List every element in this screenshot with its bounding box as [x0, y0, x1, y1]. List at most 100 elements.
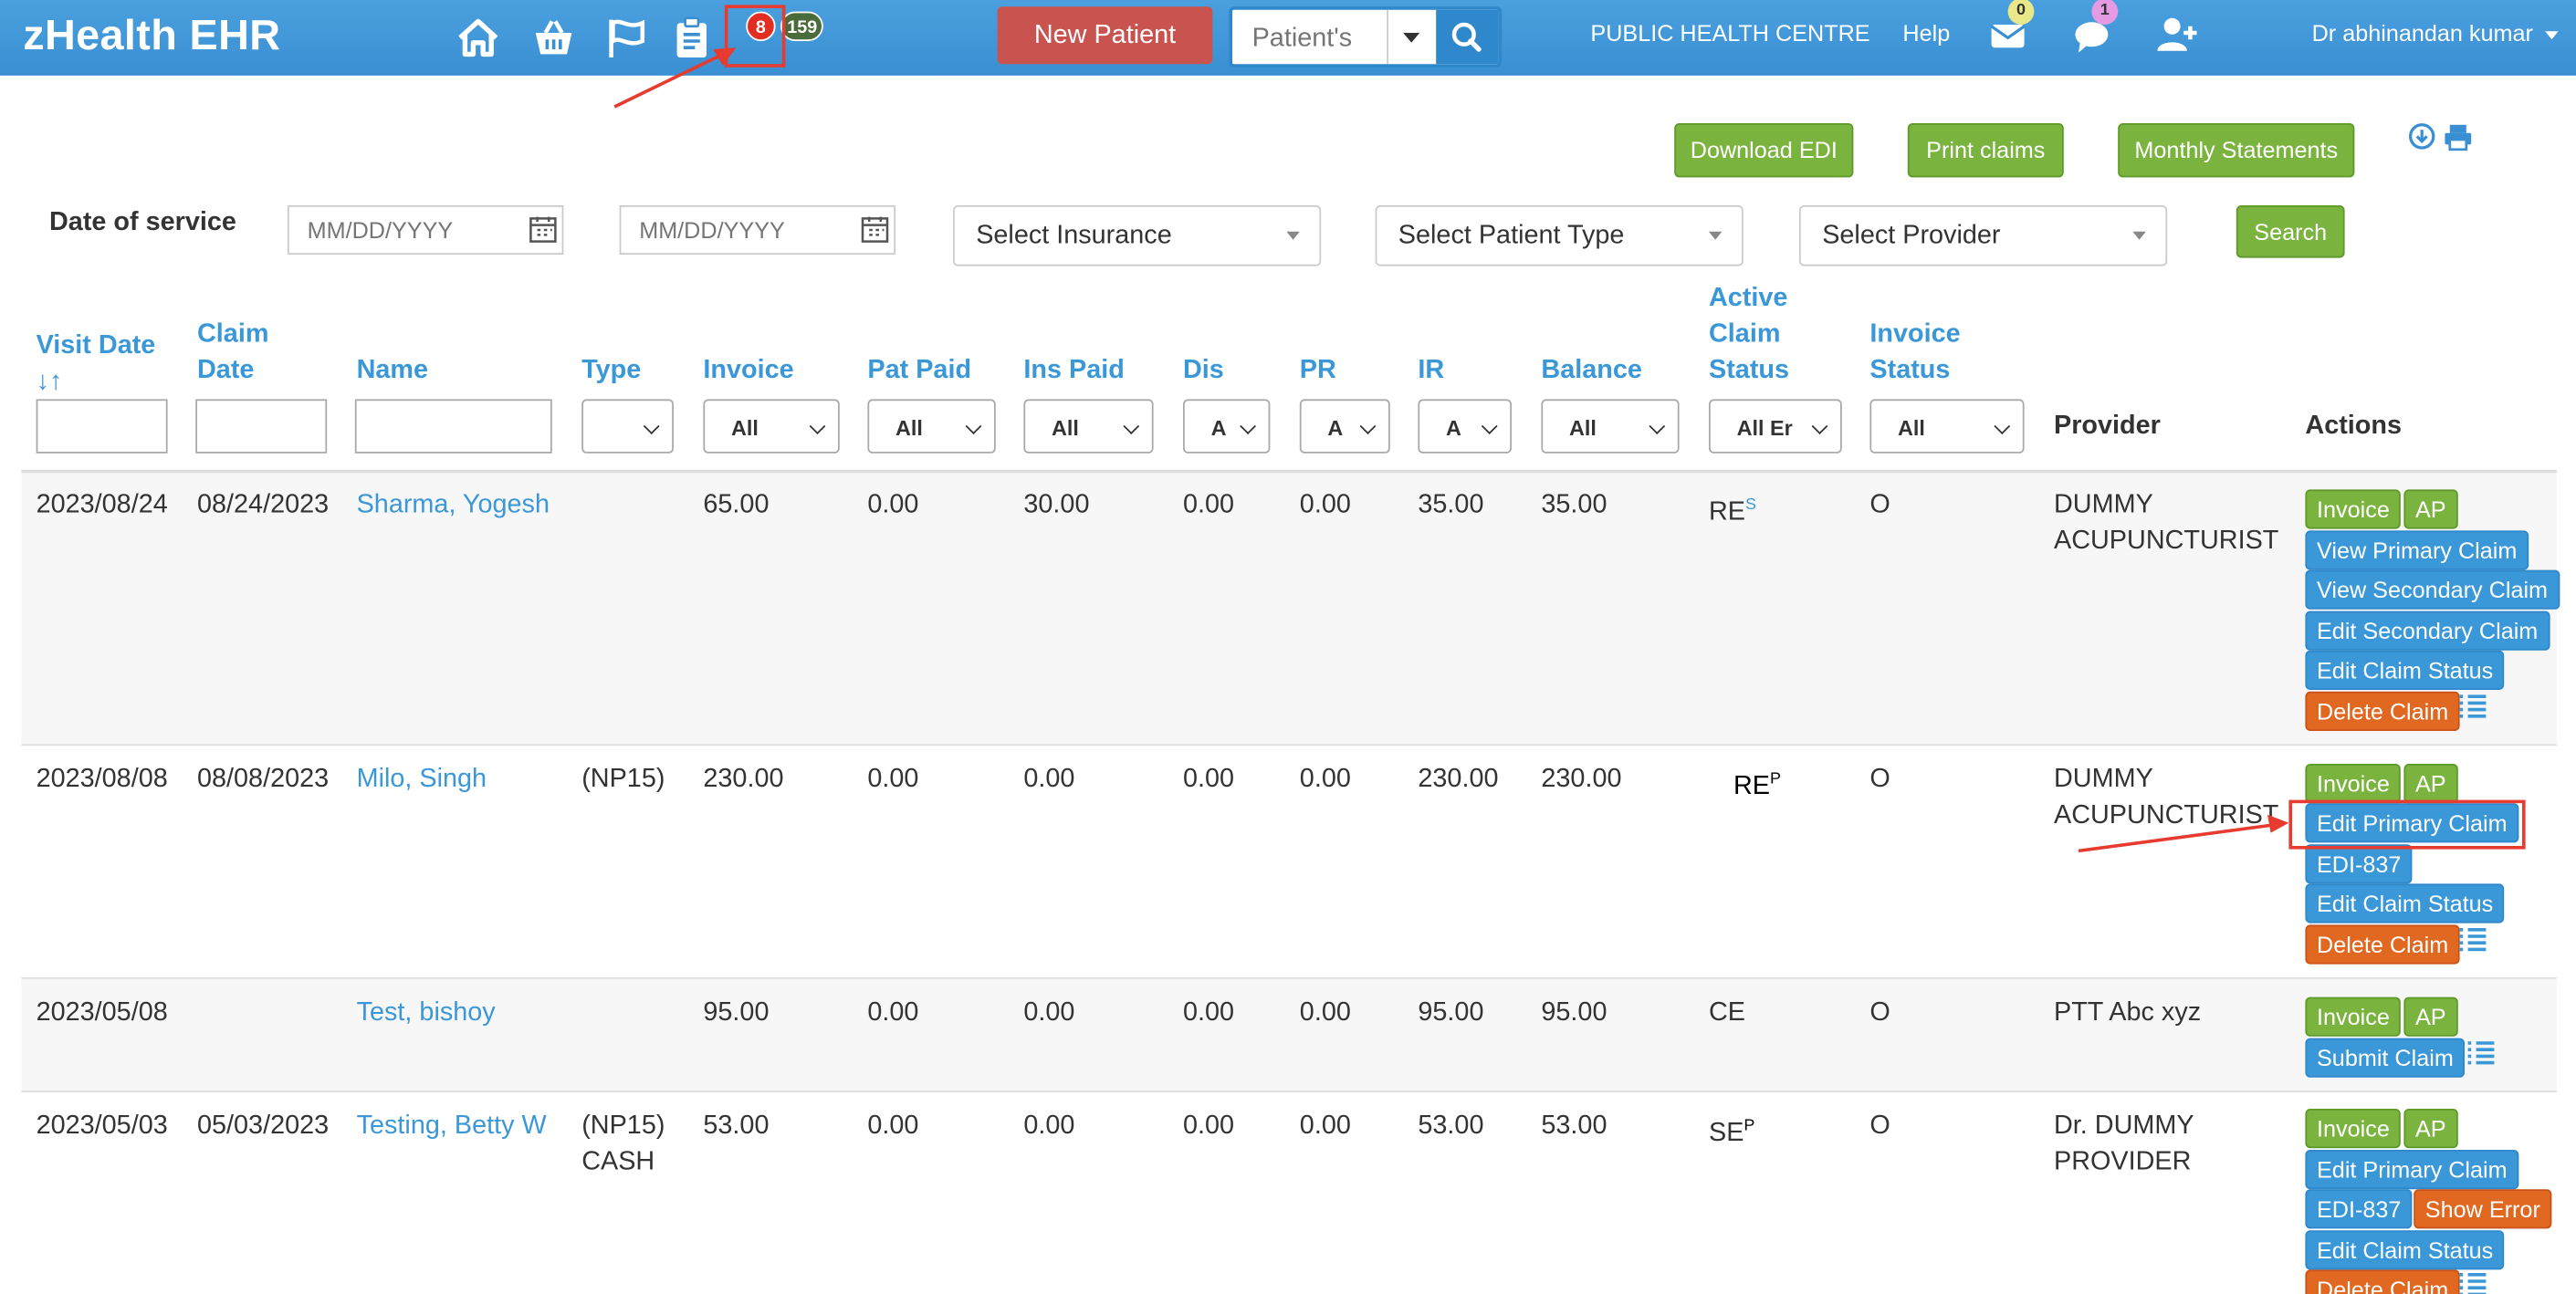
- chat-count-badge[interactable]: 1: [2091, 0, 2119, 25]
- list-icon[interactable]: [2458, 694, 2487, 720]
- insurance-select[interactable]: Select Insurance: [953, 205, 1322, 266]
- patient-name-link[interactable]: Test, bishoy: [357, 996, 496, 1032]
- search-dropdown-toggle[interactable]: [1387, 9, 1434, 65]
- brand-logo[interactable]: zHealth EHR: [23, 10, 280, 61]
- submit-claim-button[interactable]: Submit Claim: [2305, 1038, 2466, 1078]
- filter-ins-paid-select[interactable]: All: [1023, 399, 1154, 454]
- delete-claim-button[interactable]: Delete Claim: [2305, 691, 2460, 731]
- calendar-icon[interactable]: [861, 215, 889, 244]
- edit-claim-status-button[interactable]: Edit Claim Status: [2305, 1230, 2505, 1270]
- balance: 230.00: [1541, 765, 1622, 794]
- list-icon[interactable]: [2466, 1039, 2496, 1066]
- view-secondary-claim-button[interactable]: View Secondary Claim: [2305, 569, 2560, 610]
- col-invoice[interactable]: Invoice: [703, 353, 793, 390]
- dis: 0.00: [1183, 1111, 1235, 1141]
- col-claim-date[interactable]: Claim Date: [197, 317, 268, 389]
- date-to-input[interactable]: [619, 205, 895, 255]
- col-visit-date-label: Visit Date: [36, 331, 156, 360]
- filter-claim-date-input[interactable]: [195, 399, 328, 454]
- caret-down-icon: [2132, 231, 2146, 240]
- ap-button[interactable]: AP: [2403, 997, 2458, 1037]
- insurance-select-value: Select Insurance: [976, 222, 1172, 250]
- col-pat-paid[interactable]: Pat Paid: [867, 353, 971, 390]
- list-icon[interactable]: [2458, 1271, 2487, 1294]
- col-pr[interactable]: PR: [1300, 353, 1336, 390]
- new-patient-button[interactable]: New Patient: [997, 6, 1213, 65]
- claim-status-code: RE: [1709, 497, 1746, 527]
- col-invoice-status[interactable]: Invoice Status: [1869, 317, 1960, 389]
- provider-name: Dr. DUMMY PROVIDER: [2054, 1109, 2194, 1181]
- annotation-arrow: [613, 47, 737, 109]
- chevron-down-icon: [965, 418, 982, 435]
- invoice-button[interactable]: Invoice: [2305, 997, 2402, 1037]
- filter-pr-select[interactable]: A: [1299, 399, 1390, 454]
- dis: 0.00: [1183, 491, 1235, 519]
- col-active-claim-status[interactable]: Active Claim Status: [1709, 281, 1789, 390]
- invoice-button[interactable]: Invoice: [2305, 764, 2402, 804]
- delete-claim-button[interactable]: Delete Claim: [2305, 1269, 2460, 1294]
- patient-name-link[interactable]: Testing, Betty W: [357, 1109, 547, 1145]
- edit-claim-status-button[interactable]: Edit Claim Status: [2305, 650, 2505, 690]
- date-from-input[interactable]: [288, 205, 564, 255]
- clinic-name[interactable]: PUBLIC HEALTH CENTRE: [1590, 20, 1869, 47]
- filter-value: A: [1446, 415, 1461, 441]
- search-filter-button[interactable]: Search: [2236, 205, 2345, 258]
- col-dis[interactable]: Dis: [1183, 353, 1224, 390]
- provider-select[interactable]: Select Provider: [1799, 205, 2168, 266]
- edi-837-button[interactable]: EDI-837: [2305, 844, 2414, 884]
- filter-pat-paid-select[interactable]: All: [867, 399, 996, 454]
- show-error-button[interactable]: Show Error: [2414, 1189, 2552, 1229]
- annotation-arrow: [2078, 814, 2289, 853]
- filter-visit-date-input[interactable]: [36, 399, 168, 454]
- calendar-icon[interactable]: [529, 215, 558, 244]
- col-ins-paid[interactable]: Ins Paid: [1023, 353, 1124, 390]
- filter-ir-select[interactable]: A: [1418, 399, 1512, 454]
- monthly-statements-button[interactable]: Monthly Statements: [2118, 123, 2355, 178]
- user-menu[interactable]: Dr abhinandan kumar: [2312, 20, 2558, 46]
- invoice-button[interactable]: Invoice: [2305, 489, 2402, 529]
- list-icon[interactable]: [2458, 926, 2487, 953]
- edit-claim-status-button[interactable]: Edit Claim Status: [2305, 883, 2505, 924]
- download-edi-button[interactable]: Download EDI: [1674, 123, 1854, 178]
- col-balance[interactable]: Balance: [1541, 353, 1641, 390]
- col-name[interactable]: Name: [357, 353, 428, 390]
- patient-name-link[interactable]: Milo, Singh: [357, 762, 487, 798]
- home-icon[interactable]: [456, 15, 501, 60]
- delete-claim-button[interactable]: Delete Claim: [2305, 924, 2460, 965]
- ap-button[interactable]: AP: [2403, 764, 2458, 804]
- filter-type-select[interactable]: [581, 399, 674, 454]
- invoice-button[interactable]: Invoice: [2305, 1109, 2402, 1149]
- edi-837-button[interactable]: EDI-837: [2305, 1189, 2414, 1229]
- download-icon[interactable]: [2408, 123, 2435, 150]
- mail-count-badge[interactable]: 0: [2007, 0, 2035, 25]
- filter-name-input[interactable]: [354, 399, 552, 454]
- print-claims-button[interactable]: Print claims: [1907, 123, 2064, 178]
- filter-invoice-status-select[interactable]: All: [1869, 399, 2025, 454]
- sort-icon[interactable]: ↓↑: [37, 365, 156, 402]
- filter-active-claim-select[interactable]: All Er: [1709, 399, 1842, 454]
- help-link[interactable]: Help: [1902, 20, 1950, 47]
- basket-icon[interactable]: [530, 15, 576, 60]
- patient-name-link[interactable]: Sharma, Yogesh: [357, 488, 550, 525]
- filter-balance-select[interactable]: All: [1541, 399, 1680, 454]
- patient-search-input[interactable]: [1232, 9, 1407, 68]
- print-icon[interactable]: [2444, 123, 2473, 151]
- filter-value: All: [731, 415, 759, 441]
- col-type[interactable]: Type: [581, 353, 641, 390]
- add-user-icon[interactable]: [2157, 16, 2197, 53]
- tasks-count-badge[interactable]: 159: [780, 11, 824, 42]
- search-button[interactable]: [1436, 9, 1499, 65]
- chevron-down-icon: [1811, 418, 1828, 435]
- col-visit-date[interactable]: Visit Date ↓↑: [37, 329, 156, 401]
- edit-primary-claim-button[interactable]: Edit Primary Claim: [2305, 1150, 2519, 1190]
- filter-invoice-select[interactable]: All: [703, 399, 840, 454]
- col-ir[interactable]: IR: [1418, 353, 1444, 390]
- ap-button[interactable]: AP: [2403, 1109, 2458, 1149]
- patient-type-select[interactable]: Select Patient Type: [1375, 205, 1744, 266]
- filter-dis-select[interactable]: A: [1183, 399, 1271, 454]
- ap-button[interactable]: AP: [2403, 489, 2458, 529]
- edit-secondary-claim-button[interactable]: Edit Secondary Claim: [2305, 610, 2550, 651]
- col-active-claim-label-1: Active: [1709, 284, 1788, 312]
- visit-date: 2023/05/08: [36, 998, 168, 1027]
- view-primary-claim-button[interactable]: View Primary Claim: [2305, 530, 2529, 570]
